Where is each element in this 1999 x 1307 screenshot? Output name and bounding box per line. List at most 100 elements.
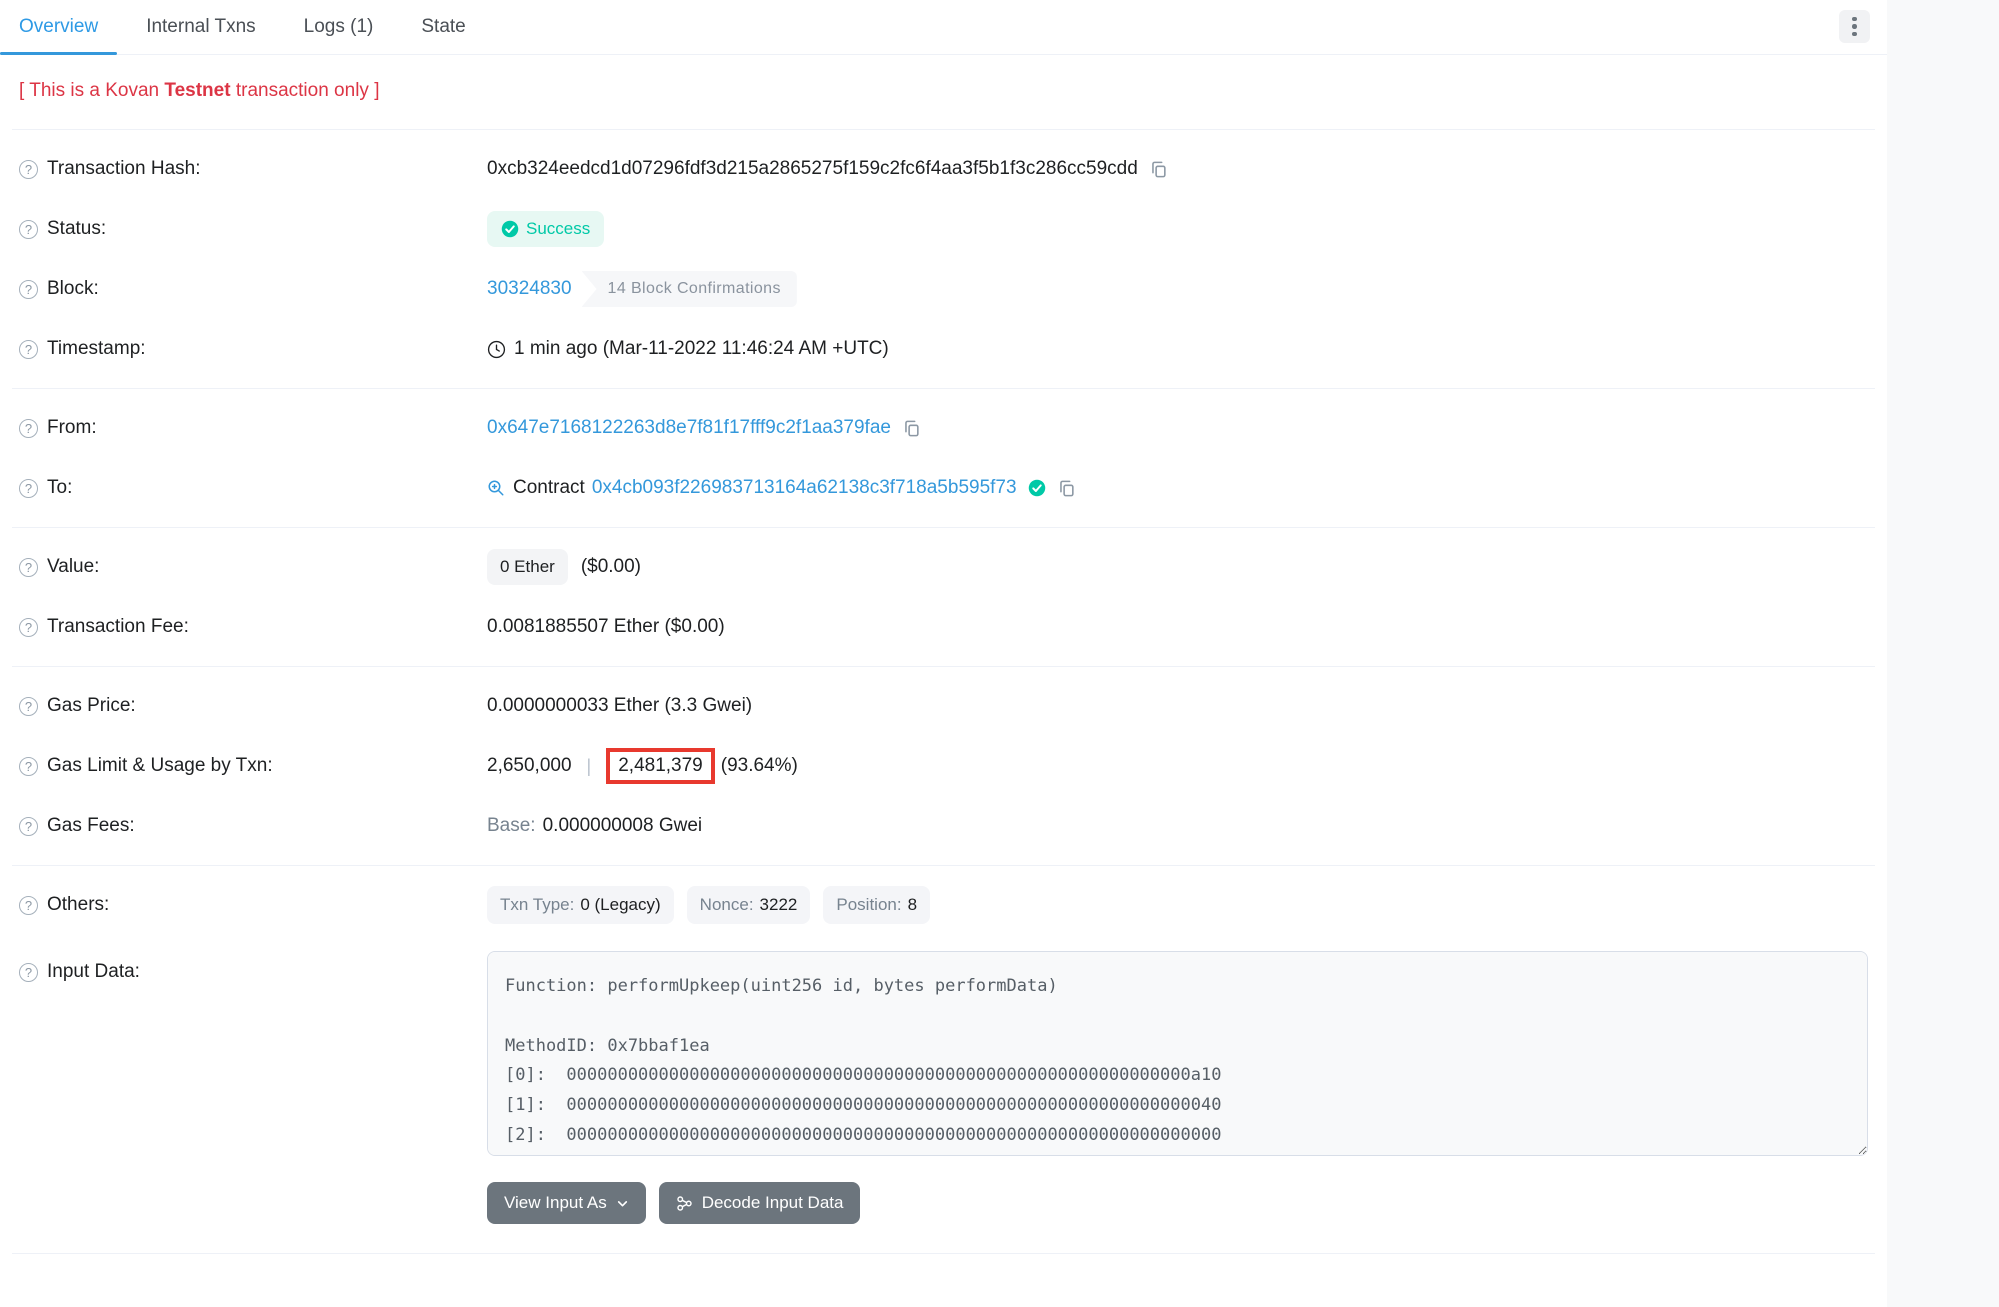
position-badge: Position: 8 bbox=[823, 886, 930, 924]
input-data-label: Input Data: bbox=[47, 961, 140, 983]
help-icon[interactable]: ? bbox=[19, 817, 38, 836]
row-gas-limit-usage: ? Gas Limit & Usage by Txn: 2,650,000 | … bbox=[19, 736, 1868, 796]
section-summary: ? Transaction Hash: 0xcb324eedcd1d07296f… bbox=[0, 130, 1887, 388]
transaction-overview-card: Overview Internal Txns Logs (1) State [ … bbox=[0, 0, 1887, 1307]
row-transaction-hash: ? Transaction Hash: 0xcb324eedcd1d07296f… bbox=[19, 139, 1868, 199]
copy-icon[interactable] bbox=[1149, 160, 1168, 179]
gas-limit-value: 2,650,000 bbox=[487, 755, 572, 777]
transaction-hash-label: Transaction Hash: bbox=[47, 158, 200, 180]
gas-used-value: 2,481,379 bbox=[618, 755, 703, 776]
others-label: Others: bbox=[47, 894, 109, 916]
tab-logs[interactable]: Logs (1) bbox=[285, 0, 393, 54]
gas-price-value: 0.0000000033 Ether (3.3 Gwei) bbox=[487, 695, 752, 717]
copy-icon[interactable] bbox=[1057, 479, 1076, 498]
row-input-data: ? Input Data: Function: performUpkeep(ui… bbox=[19, 951, 1868, 1228]
block-number-link[interactable]: 30324830 bbox=[487, 278, 572, 300]
divider bbox=[12, 1253, 1875, 1254]
status-label: Status: bbox=[47, 218, 106, 240]
zoom-in-icon[interactable] bbox=[487, 479, 505, 497]
status-badge-text: Success bbox=[526, 219, 590, 239]
gas-limit-label: Gas Limit & Usage by Txn: bbox=[47, 755, 273, 777]
help-icon[interactable]: ? bbox=[19, 280, 38, 299]
row-gas-fees: ? Gas Fees: Base: 0.000000008 Gwei bbox=[19, 796, 1868, 856]
view-input-as-label: View Input As bbox=[504, 1193, 607, 1213]
decode-input-data-label: Decode Input Data bbox=[702, 1193, 844, 1213]
value-badge: 0 Ether bbox=[487, 549, 568, 585]
txn-type-badge: Txn Type: 0 (Legacy) bbox=[487, 886, 674, 924]
kebab-dot bbox=[1852, 24, 1857, 29]
help-icon[interactable]: ? bbox=[19, 697, 38, 716]
timestamp-label: Timestamp: bbox=[47, 338, 146, 360]
block-label: Block: bbox=[47, 278, 99, 300]
txn-type-key: Txn Type: bbox=[500, 895, 574, 915]
value-label: Value: bbox=[47, 556, 99, 578]
nonce-key: Nonce: bbox=[700, 895, 754, 915]
decode-input-data-button[interactable]: Decode Input Data bbox=[659, 1182, 861, 1224]
help-icon[interactable]: ? bbox=[19, 220, 38, 239]
block-confirmations-badge: 14 Block Confirmations bbox=[582, 271, 797, 307]
view-input-as-button[interactable]: View Input As bbox=[487, 1182, 646, 1224]
gas-separator: | bbox=[587, 756, 592, 777]
help-icon[interactable]: ? bbox=[19, 618, 38, 637]
section-gas: ? Gas Price: 0.0000000033 Ether (3.3 Gwe… bbox=[0, 667, 1887, 865]
notice-suffix: transaction only ] bbox=[231, 80, 380, 101]
row-others: ? Others: Txn Type: 0 (Legacy) Nonce: 32… bbox=[19, 875, 1868, 935]
value-usd: ($0.00) bbox=[581, 556, 641, 578]
help-icon[interactable]: ? bbox=[19, 340, 38, 359]
row-to: ? To: Contract 0x4cb093f226983713164a621… bbox=[19, 458, 1868, 518]
more-options-button[interactable] bbox=[1839, 10, 1870, 43]
verified-check-icon bbox=[1028, 479, 1046, 497]
tab-overview[interactable]: Overview bbox=[0, 0, 117, 54]
help-icon[interactable]: ? bbox=[19, 419, 38, 438]
section-value: ? Value: 0 Ether ($0.00) ? Transaction F… bbox=[0, 528, 1887, 666]
input-data-actions: View Input As Decode Input Data bbox=[487, 1182, 1868, 1224]
help-icon[interactable]: ? bbox=[19, 479, 38, 498]
nonce-value: 3222 bbox=[760, 895, 798, 915]
tab-internal-txns[interactable]: Internal Txns bbox=[127, 0, 274, 54]
transaction-fee-label: Transaction Fee: bbox=[47, 616, 189, 638]
row-block: ? Block: 30324830 14 Block Confirmations bbox=[19, 259, 1868, 319]
to-label: To: bbox=[47, 477, 72, 499]
gas-fees-label: Gas Fees: bbox=[47, 815, 135, 837]
position-key: Position: bbox=[836, 895, 901, 915]
from-address-link[interactable]: 0x647e7168122263d8e7f81f17fff9c2f1aa379f… bbox=[487, 417, 891, 439]
row-status: ? Status: Success bbox=[19, 199, 1868, 259]
transaction-fee-value: 0.0081885507 Ether ($0.00) bbox=[487, 616, 725, 638]
section-addresses: ? From: 0x647e7168122263d8e7f81f17fff9c2… bbox=[0, 389, 1887, 527]
row-transaction-fee: ? Transaction Fee: 0.0081885507 Ether ($… bbox=[19, 597, 1868, 657]
kebab-dot bbox=[1852, 32, 1857, 37]
notice-bold: Testnet bbox=[164, 80, 230, 101]
gas-fees-base-label: Base: bbox=[487, 815, 536, 837]
help-icon[interactable]: ? bbox=[19, 160, 38, 179]
chevron-down-icon bbox=[616, 1197, 629, 1210]
gas-used-percent: (93.64%) bbox=[721, 755, 798, 777]
to-contract-prefix: Contract bbox=[513, 477, 585, 499]
to-address-link[interactable]: 0x4cb093f226983713164a62138c3f718a5b595f… bbox=[592, 477, 1017, 499]
tab-bar: Overview Internal Txns Logs (1) State bbox=[0, 0, 1887, 55]
kebab-dot bbox=[1852, 17, 1857, 22]
input-data-textarea[interactable]: Function: performUpkeep(uint256 id, byte… bbox=[487, 951, 1868, 1156]
txn-type-value: 0 (Legacy) bbox=[580, 895, 660, 915]
help-icon[interactable]: ? bbox=[19, 558, 38, 577]
row-timestamp: ? Timestamp: 1 min ago (Mar-11-2022 11:4… bbox=[19, 319, 1868, 379]
row-gas-price: ? Gas Price: 0.0000000033 Ether (3.3 Gwe… bbox=[19, 676, 1868, 736]
section-others-input: ? Others: Txn Type: 0 (Legacy) Nonce: 32… bbox=[0, 866, 1887, 1237]
row-from: ? From: 0x647e7168122263d8e7f81f17fff9c2… bbox=[19, 398, 1868, 458]
transaction-hash-value: 0xcb324eedcd1d07296fdf3d215a2865275f159c… bbox=[487, 158, 1138, 180]
help-icon[interactable]: ? bbox=[19, 963, 38, 982]
help-icon[interactable]: ? bbox=[19, 757, 38, 776]
help-icon[interactable]: ? bbox=[19, 896, 38, 915]
timestamp-value: 1 min ago (Mar-11-2022 11:46:24 AM +UTC) bbox=[514, 338, 889, 360]
copy-icon[interactable] bbox=[902, 419, 921, 438]
position-value: 8 bbox=[908, 895, 917, 915]
notice-prefix: [ This is a Kovan bbox=[19, 80, 164, 101]
status-badge: Success bbox=[487, 211, 604, 247]
testnet-notice: [ This is a Kovan Testnet transaction on… bbox=[0, 55, 1887, 129]
check-circle-icon bbox=[501, 220, 519, 238]
gas-price-label: Gas Price: bbox=[47, 695, 136, 717]
annotation-highlight-box: 2,481,379 bbox=[606, 748, 715, 784]
nonce-badge: Nonce: 3222 bbox=[687, 886, 811, 924]
row-value: ? Value: 0 Ether ($0.00) bbox=[19, 537, 1868, 597]
gas-fees-base-value: 0.000000008 Gwei bbox=[543, 815, 703, 837]
tab-state[interactable]: State bbox=[402, 0, 484, 54]
